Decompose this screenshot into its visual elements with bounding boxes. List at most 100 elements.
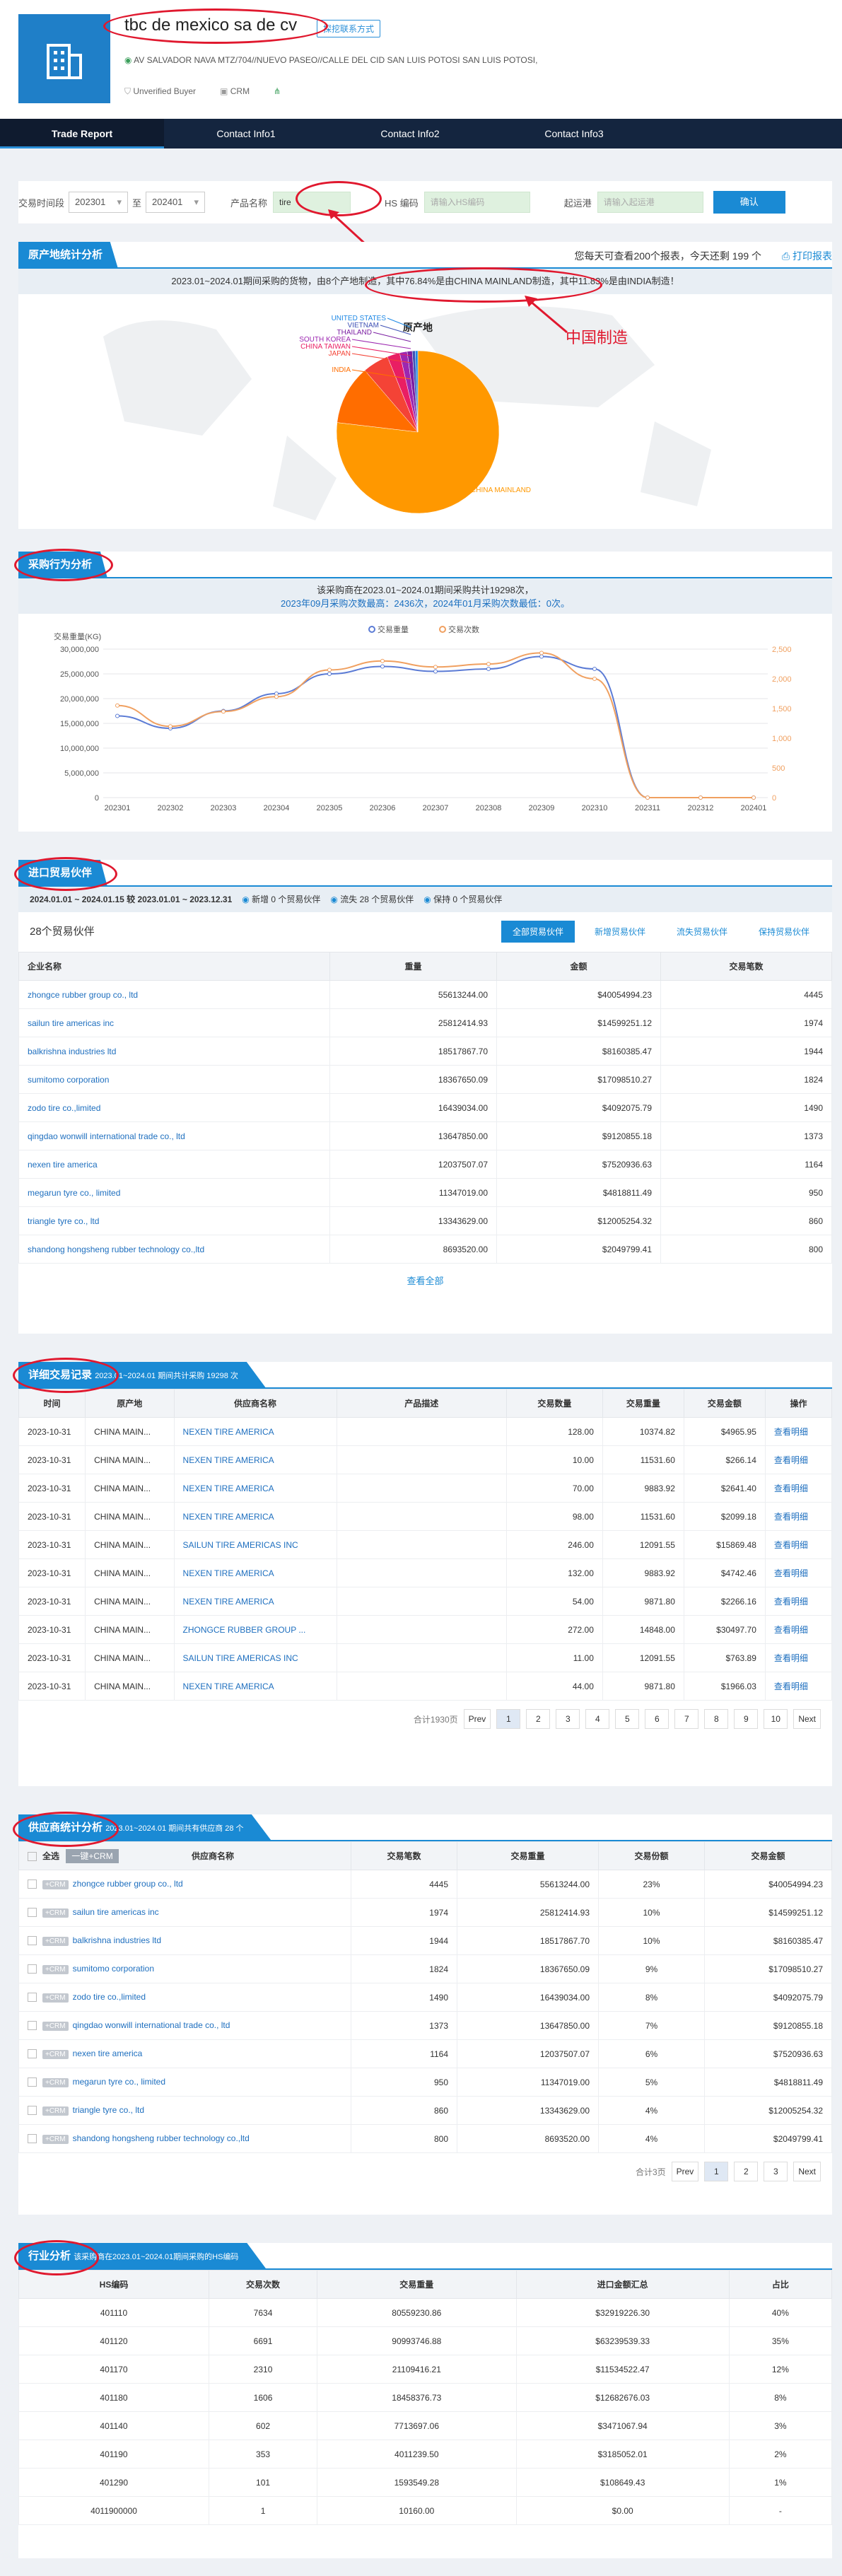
supplier-name-link[interactable]: triangle tyre co., ltd bbox=[73, 2105, 144, 2115]
supplier-name-link[interactable]: sumitomo corporation bbox=[73, 1964, 154, 1974]
hs-input[interactable]: 请输入HS编码 bbox=[423, 192, 530, 213]
pager-button[interactable]: 2 bbox=[526, 1709, 551, 1729]
view-detail-link[interactable]: 查看明细 bbox=[764, 1643, 833, 1672]
record-supplier-link[interactable]: NEXEN TIRE AMERICA bbox=[173, 1474, 337, 1503]
view-detail-link[interactable]: 查看明细 bbox=[764, 1558, 833, 1587]
series-point[interactable] bbox=[752, 795, 756, 800]
series-point[interactable] bbox=[486, 667, 491, 671]
tab-lost-partners[interactable]: 流失贸易伙伴 bbox=[665, 921, 739, 943]
select-all-checkbox[interactable] bbox=[28, 1852, 37, 1862]
pager-button[interactable]: 7 bbox=[674, 1709, 699, 1729]
supplier-name-link[interactable]: sailun tire americas inc bbox=[73, 1907, 159, 1917]
series-point[interactable] bbox=[539, 654, 544, 659]
pager-button[interactable]: Prev bbox=[463, 1709, 491, 1729]
add-crm-tag[interactable]: +CRM bbox=[42, 1937, 69, 1946]
share-icon[interactable]: ⋔ bbox=[274, 86, 281, 97]
record-supplier-link[interactable]: NEXEN TIRE AMERICA bbox=[173, 1672, 337, 1701]
record-supplier-link[interactable]: SAILUN TIRE AMERICAS INC bbox=[173, 1643, 337, 1672]
row-checkbox[interactable] bbox=[28, 2134, 37, 2144]
row-checkbox[interactable] bbox=[28, 2077, 37, 2087]
add-crm-tag[interactable]: +CRM bbox=[42, 1908, 69, 1918]
pager-button[interactable]: 9 bbox=[734, 1709, 759, 1729]
series-point[interactable] bbox=[380, 658, 385, 663]
row-checkbox[interactable] bbox=[28, 2021, 37, 2031]
view-detail-link[interactable]: 查看明细 bbox=[764, 1672, 833, 1701]
pager-button[interactable]: 1 bbox=[704, 2162, 729, 2181]
record-supplier-link[interactable]: NEXEN TIRE AMERICA bbox=[173, 1417, 337, 1446]
record-supplier-link[interactable]: NEXEN TIRE AMERICA bbox=[173, 1587, 337, 1616]
partner-name-link[interactable]: qingdao wonwill international trade co.,… bbox=[18, 1121, 330, 1150]
period-to-select[interactable]: 202401 ▾ bbox=[146, 192, 206, 213]
pager-button[interactable]: 3 bbox=[764, 2162, 788, 2181]
view-detail-link[interactable]: 查看明细 bbox=[764, 1615, 833, 1644]
view-detail-link[interactable]: 查看明细 bbox=[764, 1530, 833, 1559]
record-supplier-link[interactable]: ZHONGCE RUBBER GROUP ... bbox=[173, 1615, 337, 1644]
add-crm-tag[interactable]: +CRM bbox=[42, 2050, 69, 2059]
series-point[interactable] bbox=[380, 664, 385, 669]
view-detail-link[interactable]: 查看明细 bbox=[764, 1587, 833, 1616]
partner-name-link[interactable]: triangle tyre co., ltd bbox=[18, 1206, 330, 1235]
add-crm-tag[interactable]: +CRM bbox=[42, 2106, 69, 2116]
series-point[interactable] bbox=[274, 694, 279, 699]
supplier-name-link[interactable]: shandong hongsheng rubber technology co.… bbox=[73, 2133, 250, 2143]
tab-contact-info3[interactable]: Contact Info3 bbox=[492, 119, 656, 148]
partner-name-link[interactable]: nexen tire america bbox=[18, 1150, 330, 1179]
row-checkbox[interactable] bbox=[28, 1879, 37, 1889]
supplier-name-link[interactable]: zhongce rubber group co., ltd bbox=[73, 1879, 183, 1889]
row-checkbox[interactable] bbox=[28, 2049, 37, 2059]
series-point[interactable] bbox=[168, 724, 173, 729]
partner-name-link[interactable]: balkrishna industries ltd bbox=[18, 1037, 330, 1066]
row-checkbox[interactable] bbox=[28, 1908, 37, 1918]
view-all-link[interactable]: 查看全部 bbox=[18, 1264, 832, 1297]
row-checkbox[interactable] bbox=[28, 1993, 37, 2003]
pager-button[interactable]: 1 bbox=[496, 1709, 521, 1729]
tab-contact-info1[interactable]: Contact Info1 bbox=[164, 119, 328, 148]
series-point[interactable] bbox=[433, 665, 438, 670]
pager-button[interactable]: 4 bbox=[585, 1709, 610, 1729]
view-detail-link[interactable]: 查看明细 bbox=[764, 1502, 833, 1531]
record-supplier-link[interactable]: SAILUN TIRE AMERICAS INC bbox=[173, 1530, 337, 1559]
row-checkbox[interactable] bbox=[28, 1964, 37, 1974]
pager-button[interactable]: Next bbox=[793, 2162, 821, 2181]
pager-button[interactable]: 5 bbox=[615, 1709, 640, 1729]
view-detail-link[interactable]: 查看明细 bbox=[764, 1474, 833, 1503]
series-point[interactable] bbox=[486, 662, 491, 666]
supplier-name-link[interactable]: nexen tire america bbox=[73, 2048, 143, 2058]
add-crm-tag[interactable]: +CRM bbox=[42, 1993, 69, 2003]
row-checkbox[interactable] bbox=[28, 2106, 37, 2116]
partner-name-link[interactable]: zodo tire co.,limited bbox=[18, 1093, 330, 1122]
series-point[interactable] bbox=[115, 713, 119, 718]
tab-contact-info2[interactable]: Contact Info2 bbox=[328, 119, 492, 148]
add-crm-tag[interactable]: +CRM bbox=[42, 2135, 69, 2144]
record-supplier-link[interactable]: NEXEN TIRE AMERICA bbox=[173, 1558, 337, 1587]
tab-all-partners[interactable]: 全部贸易伙伴 bbox=[501, 921, 575, 943]
add-crm-tag[interactable]: +CRM bbox=[42, 2078, 69, 2087]
view-detail-link[interactable]: 查看明细 bbox=[764, 1417, 833, 1446]
pager-button[interactable]: 2 bbox=[734, 2162, 759, 2181]
add-crm-button[interactable]: 一键+CRM bbox=[66, 1849, 119, 1863]
record-supplier-link[interactable]: NEXEN TIRE AMERICA bbox=[173, 1502, 337, 1531]
partner-name-link[interactable]: sumitomo corporation bbox=[18, 1065, 330, 1094]
partner-name-link[interactable]: megarun tyre co., limited bbox=[18, 1178, 330, 1207]
pager-button[interactable]: Prev bbox=[671, 2162, 699, 2181]
add-crm-tag[interactable]: +CRM bbox=[42, 2022, 69, 2031]
partner-name-link[interactable]: zhongce rubber group co., ltd bbox=[18, 980, 330, 1009]
add-crm-tag[interactable]: +CRM bbox=[42, 1965, 69, 1974]
series-point[interactable] bbox=[115, 703, 119, 708]
port-input[interactable]: 请输入起运港 bbox=[597, 192, 703, 213]
supplier-name-link[interactable]: qingdao wonwill international trade co.,… bbox=[73, 2020, 230, 2030]
view-detail-link[interactable]: 查看明细 bbox=[764, 1445, 833, 1474]
add-crm-tag[interactable]: +CRM bbox=[42, 1880, 69, 1889]
record-supplier-link[interactable]: NEXEN TIRE AMERICA bbox=[173, 1445, 337, 1474]
tab-new-partners[interactable]: 新增贸易伙伴 bbox=[583, 921, 657, 943]
crm-link[interactable]: ▣ CRM bbox=[220, 86, 250, 97]
series-point[interactable] bbox=[327, 672, 332, 676]
tab-trade-report[interactable]: Trade Report bbox=[0, 119, 164, 148]
series-point[interactable] bbox=[592, 667, 597, 671]
pager-button[interactable]: 10 bbox=[764, 1709, 788, 1729]
supplier-name-link[interactable]: zodo tire co.,limited bbox=[73, 1992, 146, 2002]
series-point[interactable] bbox=[539, 651, 544, 655]
row-checkbox[interactable] bbox=[28, 1936, 37, 1946]
series-point[interactable] bbox=[592, 677, 597, 681]
series-point[interactable] bbox=[327, 668, 332, 672]
